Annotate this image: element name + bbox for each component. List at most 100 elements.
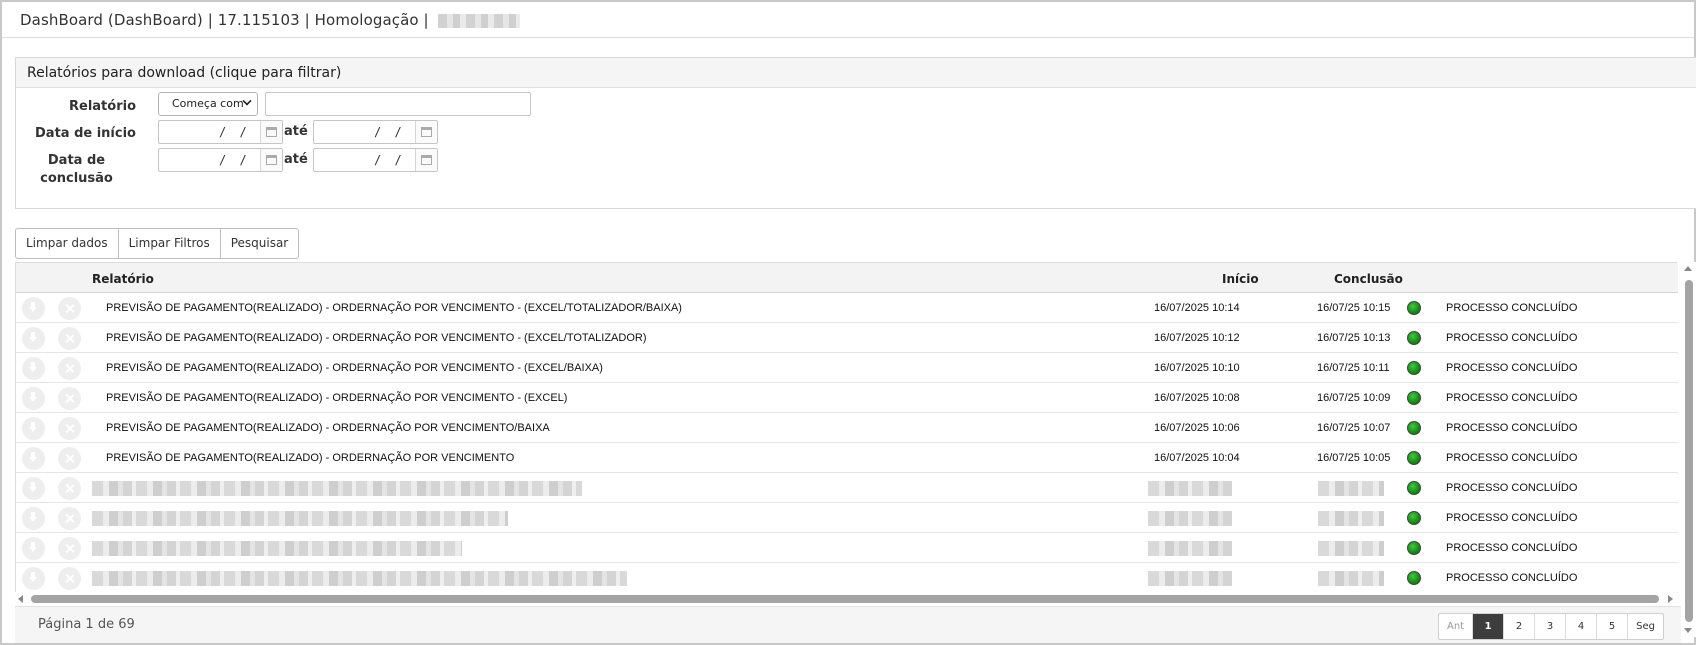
download-icon[interactable] bbox=[22, 567, 45, 590]
table-row[interactable]: PREVISÃO DE PAGAMENTO(REALIZADO) - ORDER… bbox=[16, 323, 1678, 353]
date-mask: / / bbox=[374, 125, 405, 139]
cell-status: PROCESSO CONCLUÍDO bbox=[1446, 392, 1578, 404]
chevron-down-icon bbox=[242, 96, 252, 106]
page-button-2[interactable]: 2 bbox=[1504, 614, 1536, 639]
status-indicator-icon bbox=[1407, 571, 1421, 585]
scroll-up-icon[interactable] bbox=[1684, 266, 1692, 271]
calendar-button[interactable] bbox=[260, 149, 282, 171]
pesquisar-button[interactable]: Pesquisar bbox=[221, 229, 299, 258]
table-row[interactable]: PREVISÃO DE PAGAMENTO(REALIZADO) - ORDER… bbox=[16, 353, 1678, 383]
close-icon[interactable] bbox=[58, 477, 81, 500]
calendar-icon bbox=[266, 155, 277, 165]
close-icon[interactable] bbox=[58, 327, 81, 350]
relatorio-operator-select[interactable]: Começa com bbox=[158, 92, 258, 116]
page-button-5[interactable]: 5 bbox=[1597, 614, 1629, 639]
download-icon[interactable] bbox=[22, 357, 45, 380]
table-row[interactable]: PROCESSO CONCLUÍDO bbox=[16, 473, 1678, 503]
cell-status: PROCESSO CONCLUÍDO bbox=[1446, 332, 1578, 344]
cell-relatorio: PREVISÃO DE PAGAMENTO(REALIZADO) - ORDER… bbox=[106, 452, 515, 464]
close-icon[interactable] bbox=[58, 357, 81, 380]
download-icon[interactable] bbox=[22, 447, 45, 470]
filter-panel-header[interactable]: Relatórios para download (clique para fi… bbox=[16, 58, 1696, 88]
table-row[interactable]: PROCESSO CONCLUÍDO bbox=[16, 533, 1678, 563]
page-button-1[interactable]: 1 bbox=[1473, 614, 1505, 639]
data-inicio-to-field[interactable]: / / bbox=[313, 120, 438, 144]
calendar-button[interactable] bbox=[415, 121, 437, 143]
limpar-dados-button[interactable]: Limpar dados bbox=[16, 229, 119, 258]
data-inicio-from-field[interactable]: / / bbox=[158, 120, 283, 144]
table-row[interactable]: PREVISÃO DE PAGAMENTO(REALIZADO) - ORDER… bbox=[16, 413, 1678, 443]
close-icon[interactable] bbox=[58, 507, 81, 530]
status-indicator-icon bbox=[1407, 391, 1421, 405]
download-icon[interactable] bbox=[22, 417, 45, 440]
filter-panel: Relatórios para download (clique para fi… bbox=[15, 57, 1696, 209]
redacted-conclusao bbox=[1318, 541, 1384, 556]
page-button-4[interactable]: 4 bbox=[1566, 614, 1598, 639]
grid-body: PREVISÃO DE PAGAMENTO(REALIZADO) - ORDER… bbox=[16, 293, 1678, 593]
download-icon[interactable] bbox=[22, 327, 45, 350]
close-icon[interactable] bbox=[58, 567, 81, 590]
redacted-relatorio bbox=[92, 511, 508, 526]
close-icon[interactable] bbox=[58, 297, 81, 320]
data-conclusao-from-field[interactable]: / / bbox=[158, 148, 283, 172]
cell-conclusao: 16/07/25 10:15 bbox=[1317, 302, 1391, 314]
table-row[interactable]: PREVISÃO DE PAGAMENTO(REALIZADO) - ORDER… bbox=[16, 443, 1678, 473]
calendar-icon bbox=[266, 127, 277, 137]
column-relatorio[interactable]: Relatório bbox=[92, 272, 154, 286]
close-icon[interactable] bbox=[58, 537, 81, 560]
redacted-relatorio bbox=[92, 541, 462, 556]
relatorio-input[interactable] bbox=[265, 92, 531, 116]
cell-conclusao: 16/07/25 10:11 bbox=[1317, 362, 1390, 374]
redacted-relatorio bbox=[92, 481, 582, 496]
cell-relatorio: PREVISÃO DE PAGAMENTO(REALIZADO) - ORDER… bbox=[106, 302, 682, 314]
close-icon[interactable] bbox=[58, 387, 81, 410]
cell-relatorio: PREVISÃO DE PAGAMENTO(REALIZADO) - ORDER… bbox=[106, 362, 603, 374]
table-row[interactable]: PROCESSO CONCLUÍDO bbox=[16, 563, 1678, 593]
vertical-scroll-thumb[interactable] bbox=[1685, 280, 1693, 622]
download-icon[interactable] bbox=[22, 477, 45, 500]
pagination: Ant 1 2 3 4 5 Seg bbox=[1438, 613, 1664, 640]
status-indicator-icon bbox=[1407, 421, 1421, 435]
redacted-inicio bbox=[1148, 541, 1232, 556]
status-indicator-icon bbox=[1407, 481, 1421, 495]
table-row[interactable]: PREVISÃO DE PAGAMENTO(REALIZADO) - ORDER… bbox=[16, 383, 1678, 413]
calendar-button[interactable] bbox=[415, 149, 437, 171]
scroll-left-icon[interactable] bbox=[18, 595, 23, 603]
download-icon[interactable] bbox=[22, 537, 45, 560]
cell-inicio: 16/07/2025 10:14 bbox=[1154, 302, 1240, 314]
status-indicator-icon bbox=[1407, 451, 1421, 465]
status-indicator-icon bbox=[1407, 541, 1421, 555]
calendar-button[interactable] bbox=[260, 121, 282, 143]
data-conclusao-to-field[interactable]: / / bbox=[313, 148, 438, 172]
horizontal-scrollbar[interactable] bbox=[15, 592, 1677, 606]
date-mask: / / bbox=[374, 153, 405, 167]
close-icon[interactable] bbox=[58, 447, 81, 470]
cell-inicio: 16/07/2025 10:10 bbox=[1154, 362, 1240, 374]
column-inicio[interactable]: Início bbox=[1222, 272, 1259, 286]
status-indicator-icon bbox=[1407, 511, 1421, 525]
page-button-3[interactable]: 3 bbox=[1535, 614, 1567, 639]
download-icon[interactable] bbox=[22, 387, 45, 410]
scroll-right-icon[interactable] bbox=[1668, 595, 1673, 603]
download-icon[interactable] bbox=[22, 507, 45, 530]
cell-status: PROCESSO CONCLUÍDO bbox=[1446, 302, 1578, 314]
grid-header: Relatório Início Conclusão bbox=[16, 263, 1678, 293]
grid-footer: Página 1 de 69 Ant 1 2 3 4 5 Seg bbox=[15, 606, 1681, 643]
cell-relatorio: PREVISÃO DE PAGAMENTO(REALIZADO) - ORDER… bbox=[106, 422, 550, 434]
redacted-relatorio bbox=[92, 571, 627, 586]
close-icon[interactable] bbox=[58, 417, 81, 440]
vertical-scrollbar[interactable] bbox=[1681, 262, 1696, 637]
cell-relatorio: PREVISÃO DE PAGAMENTO(REALIZADO) - ORDER… bbox=[106, 392, 568, 404]
table-row[interactable]: PROCESSO CONCLUÍDO bbox=[16, 503, 1678, 533]
limpar-filtros-button[interactable]: Limpar Filtros bbox=[119, 229, 221, 258]
column-conclusao[interactable]: Conclusão bbox=[1334, 272, 1403, 286]
cell-relatorio: PREVISÃO DE PAGAMENTO(REALIZADO) - ORDER… bbox=[106, 332, 647, 344]
download-icon[interactable] bbox=[22, 297, 45, 320]
next-page-button[interactable]: Seg bbox=[1628, 614, 1663, 639]
table-row[interactable]: PREVISÃO DE PAGAMENTO(REALIZADO) - ORDER… bbox=[16, 293, 1678, 323]
horizontal-scroll-thumb[interactable] bbox=[31, 595, 1659, 603]
relatorio-operator-value: Começa com bbox=[172, 97, 244, 110]
relatorio-label: Relatório bbox=[69, 99, 136, 114]
prev-page-button[interactable]: Ant bbox=[1439, 614, 1474, 639]
scroll-down-icon[interactable] bbox=[1684, 628, 1692, 633]
